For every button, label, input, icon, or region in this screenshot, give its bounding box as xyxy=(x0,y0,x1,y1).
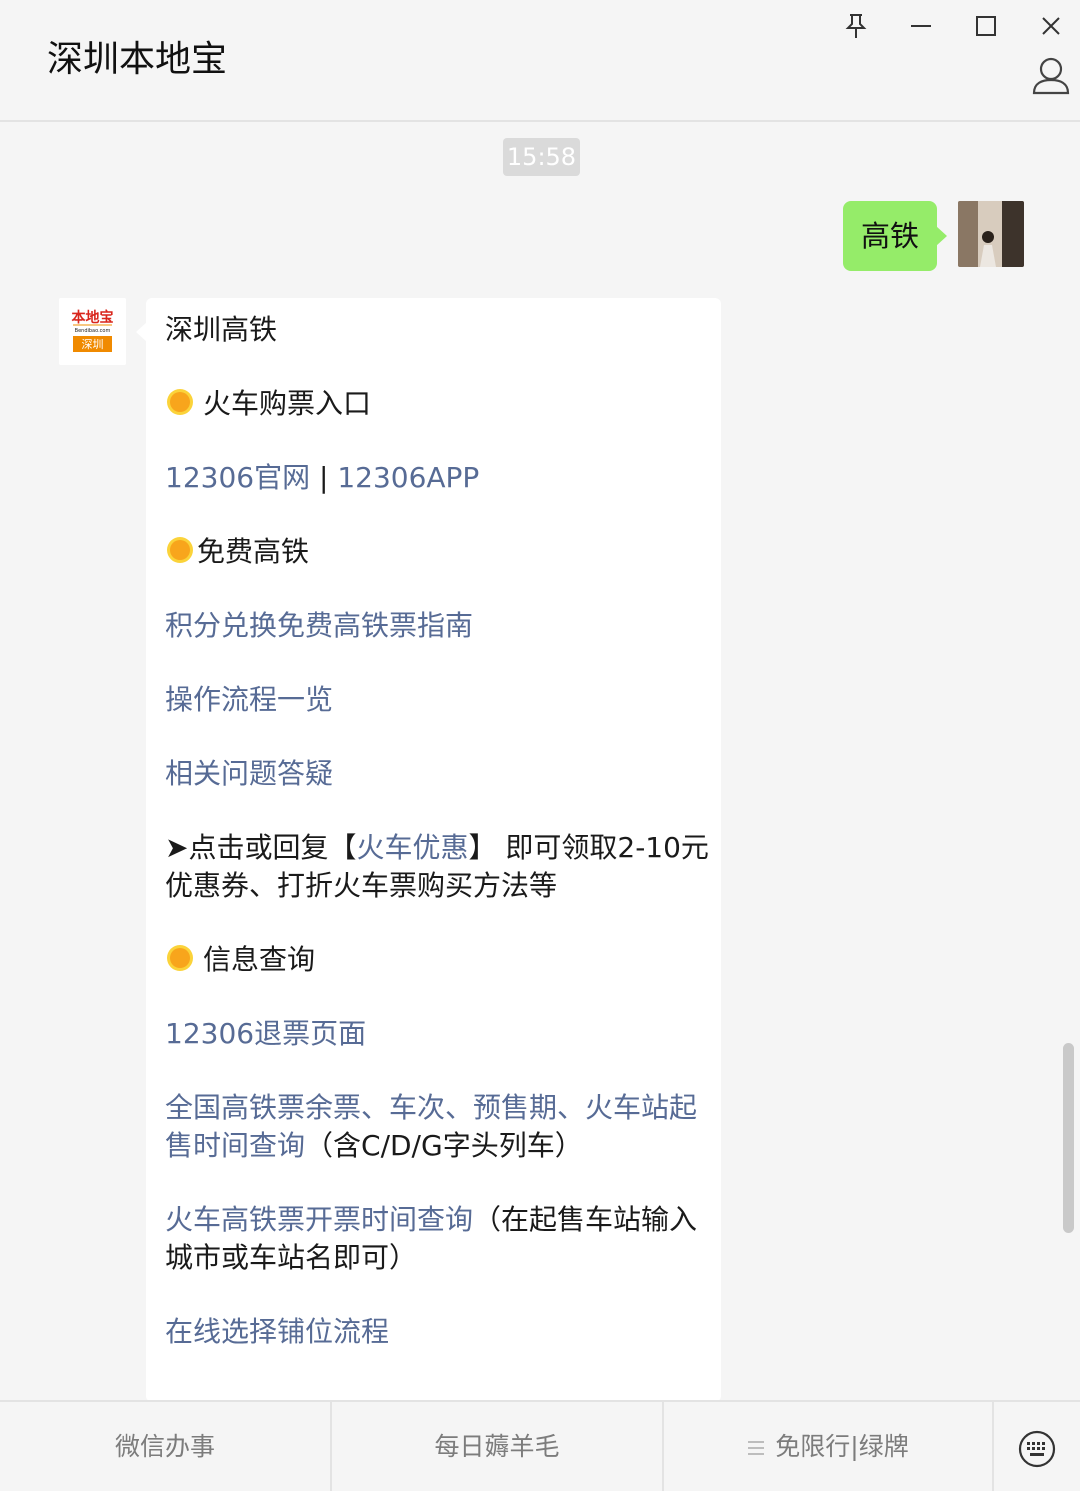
avatar-photo xyxy=(958,201,1024,267)
bottom-menu-bar: 微信办事 每日薅羊毛 免限行|绿牌 xyxy=(0,1400,1080,1491)
my-avatar[interactable] xyxy=(958,201,1024,267)
chat-info-button[interactable] xyxy=(1030,55,1072,97)
menu-divider xyxy=(992,1402,994,1491)
svg-text:本地宝: 本地宝 xyxy=(72,309,114,326)
link-faq[interactable]: 相关问题答疑 xyxy=(165,755,703,793)
chat-scrollbar[interactable] xyxy=(1063,1043,1074,1233)
link-train-discount[interactable]: 火车优惠 xyxy=(356,831,468,864)
minimize-icon xyxy=(911,25,931,27)
maximize-icon xyxy=(976,16,996,36)
timestamp: 15:58 xyxy=(503,138,580,176)
maximize-button[interactable] xyxy=(966,6,1006,46)
link-open-time[interactable]: 火车高铁票开票时间查询 xyxy=(165,1203,473,1236)
bendibao-logo: 本地宝 Bendibao.com 深圳 xyxy=(59,298,126,365)
national-query-line-2: 售时间查询（含C/D/G字头列车） xyxy=(165,1129,583,1162)
sun-icon xyxy=(167,945,193,971)
open-time-line-2: 城市或车站名即可） xyxy=(165,1241,418,1274)
bot-avatar[interactable]: 本地宝 Bendibao.com 深圳 xyxy=(59,298,126,365)
ticket-links: 12306官网 | 12306APP xyxy=(165,461,480,494)
chat-title: 深圳本地宝 xyxy=(47,39,228,80)
close-button[interactable] xyxy=(1031,6,1071,46)
link-points-guide[interactable]: 积分兑换免费高铁票指南 xyxy=(165,607,703,645)
pin-icon xyxy=(845,14,867,38)
section-info-query: 信息查询 xyxy=(165,941,703,979)
section-ticket-entry: 火车购票入口 xyxy=(165,385,703,423)
link-12306-app[interactable]: 12306APP xyxy=(337,461,479,494)
title-bar: 深圳本地宝 xyxy=(0,0,1080,122)
message-heading: 深圳高铁 xyxy=(165,313,278,346)
person-icon xyxy=(1032,57,1070,95)
link-process[interactable]: 操作流程一览 xyxy=(165,681,703,719)
sun-icon xyxy=(167,389,193,415)
keyboard-toggle-button[interactable] xyxy=(1016,1428,1058,1470)
pin-button[interactable] xyxy=(836,6,876,46)
link-12306-official[interactable]: 12306官网 xyxy=(165,461,310,494)
close-icon xyxy=(1042,17,1060,35)
promo-line: ➤点击或回复【火车优惠】 即可领取2-10元 xyxy=(165,831,709,864)
submenu-icon xyxy=(748,1441,765,1455)
keyboard-icon xyxy=(1018,1430,1056,1468)
menu-item-green-plate[interactable]: 免限行|绿牌 xyxy=(664,1402,992,1491)
promo-line-2: 优惠券、打折火车票购买方法等 xyxy=(165,869,558,902)
link-national-query-1[interactable]: 全国高铁票余票、车次、预售期、火车站起 xyxy=(165,1089,703,1127)
minimize-button[interactable] xyxy=(901,6,941,46)
menu-item-wechat-services[interactable]: 微信办事 xyxy=(0,1402,330,1491)
sun-icon xyxy=(167,537,193,563)
open-time-line: 火车高铁票开票时间查询（在起售车站输入 xyxy=(165,1203,698,1236)
link-berth[interactable]: 在线选择铺位流程 xyxy=(165,1313,703,1351)
svg-text:Bendibao.com: Bendibao.com xyxy=(75,328,111,334)
svg-text:深圳: 深圳 xyxy=(82,338,104,351)
link-national-query-2[interactable]: 售时间查询 xyxy=(165,1129,305,1162)
section-free-train: 免费高铁 xyxy=(165,533,703,571)
bot-message-bubble: 深圳高铁 火车购票入口 12306官网 | 12306APP 免费高铁 积分兑换… xyxy=(136,298,721,1402)
menu-item-daily-deals[interactable]: 每日薅羊毛 xyxy=(332,1402,662,1491)
my-message-bubble[interactable]: 高铁 xyxy=(843,201,947,271)
link-refund[interactable]: 12306退票页面 xyxy=(165,1015,703,1053)
